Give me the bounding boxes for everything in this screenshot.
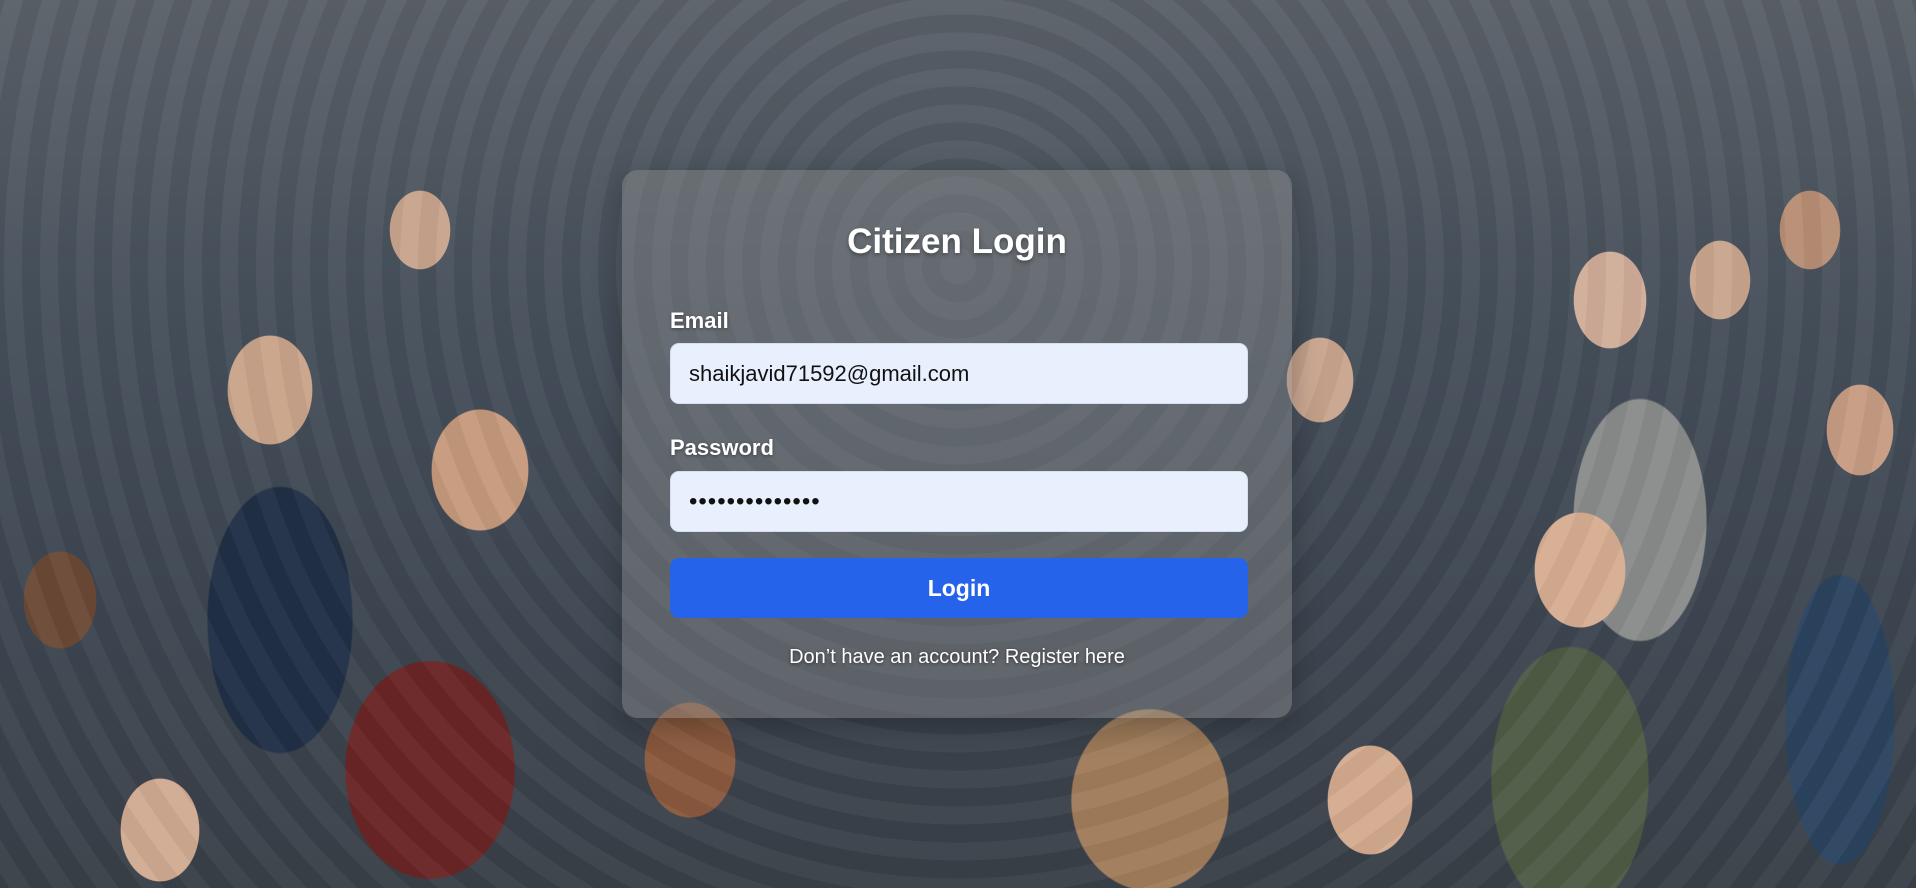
register-prompt-text: Don’t have an account?	[789, 646, 1000, 668]
email-label: Email	[670, 308, 729, 333]
register-prompt-row: Don’t have an account? Register here	[622, 646, 1292, 669]
login-card: Citizen Login Email Password Login Don’t…	[622, 170, 1292, 718]
login-button[interactable]: Login	[670, 558, 1248, 618]
register-link[interactable]: Register here	[1005, 646, 1125, 668]
email-field[interactable]	[670, 343, 1248, 404]
password-label: Password	[670, 435, 774, 460]
password-field[interactable]	[670, 471, 1248, 532]
page-title: Citizen Login	[847, 222, 1067, 261]
